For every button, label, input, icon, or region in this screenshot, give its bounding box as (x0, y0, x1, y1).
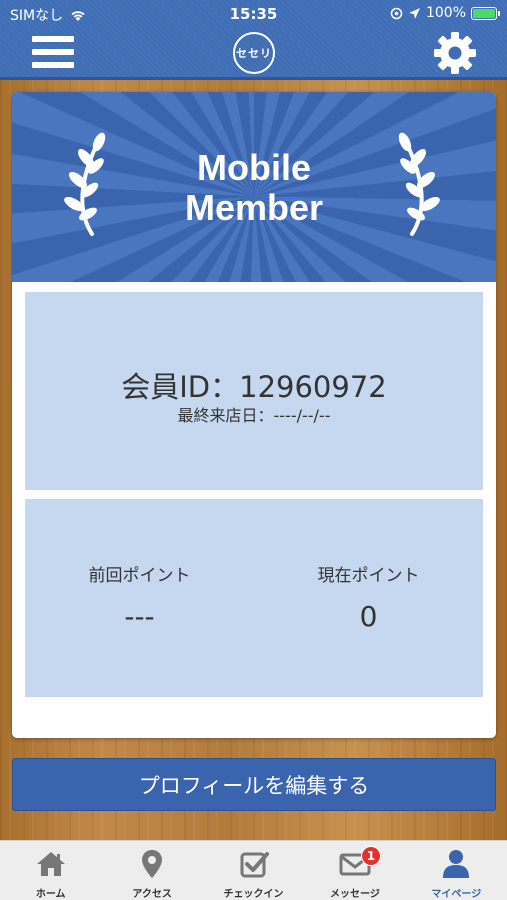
current-points: 現在ポイント 0 (254, 561, 483, 633)
points-panel: 前回ポイント --- 現在ポイント 0 (25, 499, 483, 697)
current-points-label: 現在ポイント (317, 566, 420, 586)
location-arrow-icon (408, 7, 420, 19)
logo-text: セセリ (236, 47, 272, 60)
orientation-lock-icon (390, 7, 403, 19)
laurel-right-icon (398, 132, 440, 236)
app-header: SIMなし 15:35 100% セセリ (0, 0, 507, 80)
tab-home-label: ホーム (35, 889, 66, 900)
previous-points-label: 前回ポイント (88, 566, 191, 586)
menu-button[interactable] (32, 36, 74, 70)
mobile-member-banner: Mobile Member (12, 92, 496, 282)
tab-access[interactable]: アクセス (101, 841, 202, 900)
previous-points: 前回ポイント --- (25, 561, 254, 633)
tab-checkin-label: チェックイン (223, 889, 284, 900)
map-pin-icon (142, 850, 163, 878)
tab-bar: ホーム アクセス チェックイン 1 メッセージ マイページ (0, 840, 507, 900)
member-id: 会員ID：12960972 (121, 370, 387, 404)
member-card: Mobile Member 会員ID：12960972 最終来店日：----/-… (12, 92, 496, 738)
tab-mypage-label: マイページ (431, 889, 482, 900)
tab-message[interactable]: 1 メッセージ (304, 841, 405, 900)
message-badge: 1 (360, 846, 381, 866)
battery-icon (471, 6, 500, 20)
gear-icon[interactable] (433, 31, 477, 75)
user-icon (443, 850, 470, 878)
shop-logo: セセリ (233, 32, 275, 74)
battery-percent: 100% (425, 5, 466, 21)
tab-access-label: アクセス (132, 889, 172, 900)
status-bar: SIMなし 15:35 100% (0, 0, 507, 28)
tab-home[interactable]: ホーム (0, 841, 101, 900)
last-visit-date: 最終来店日：----/--/-- (177, 406, 331, 425)
edit-profile-button[interactable]: プロフィールを編集する (12, 758, 496, 811)
current-points-value: 0 (359, 600, 378, 633)
tab-message-label: メッセージ (330, 889, 380, 900)
previous-points-value: --- (124, 600, 155, 633)
tab-mypage[interactable]: マイページ (406, 841, 507, 900)
tab-checkin[interactable]: チェックイン (203, 841, 304, 900)
home-icon (36, 852, 65, 876)
member-id-panel: 会員ID：12960972 最終来店日：----/--/-- (25, 292, 483, 490)
checkbox-icon (240, 852, 269, 878)
